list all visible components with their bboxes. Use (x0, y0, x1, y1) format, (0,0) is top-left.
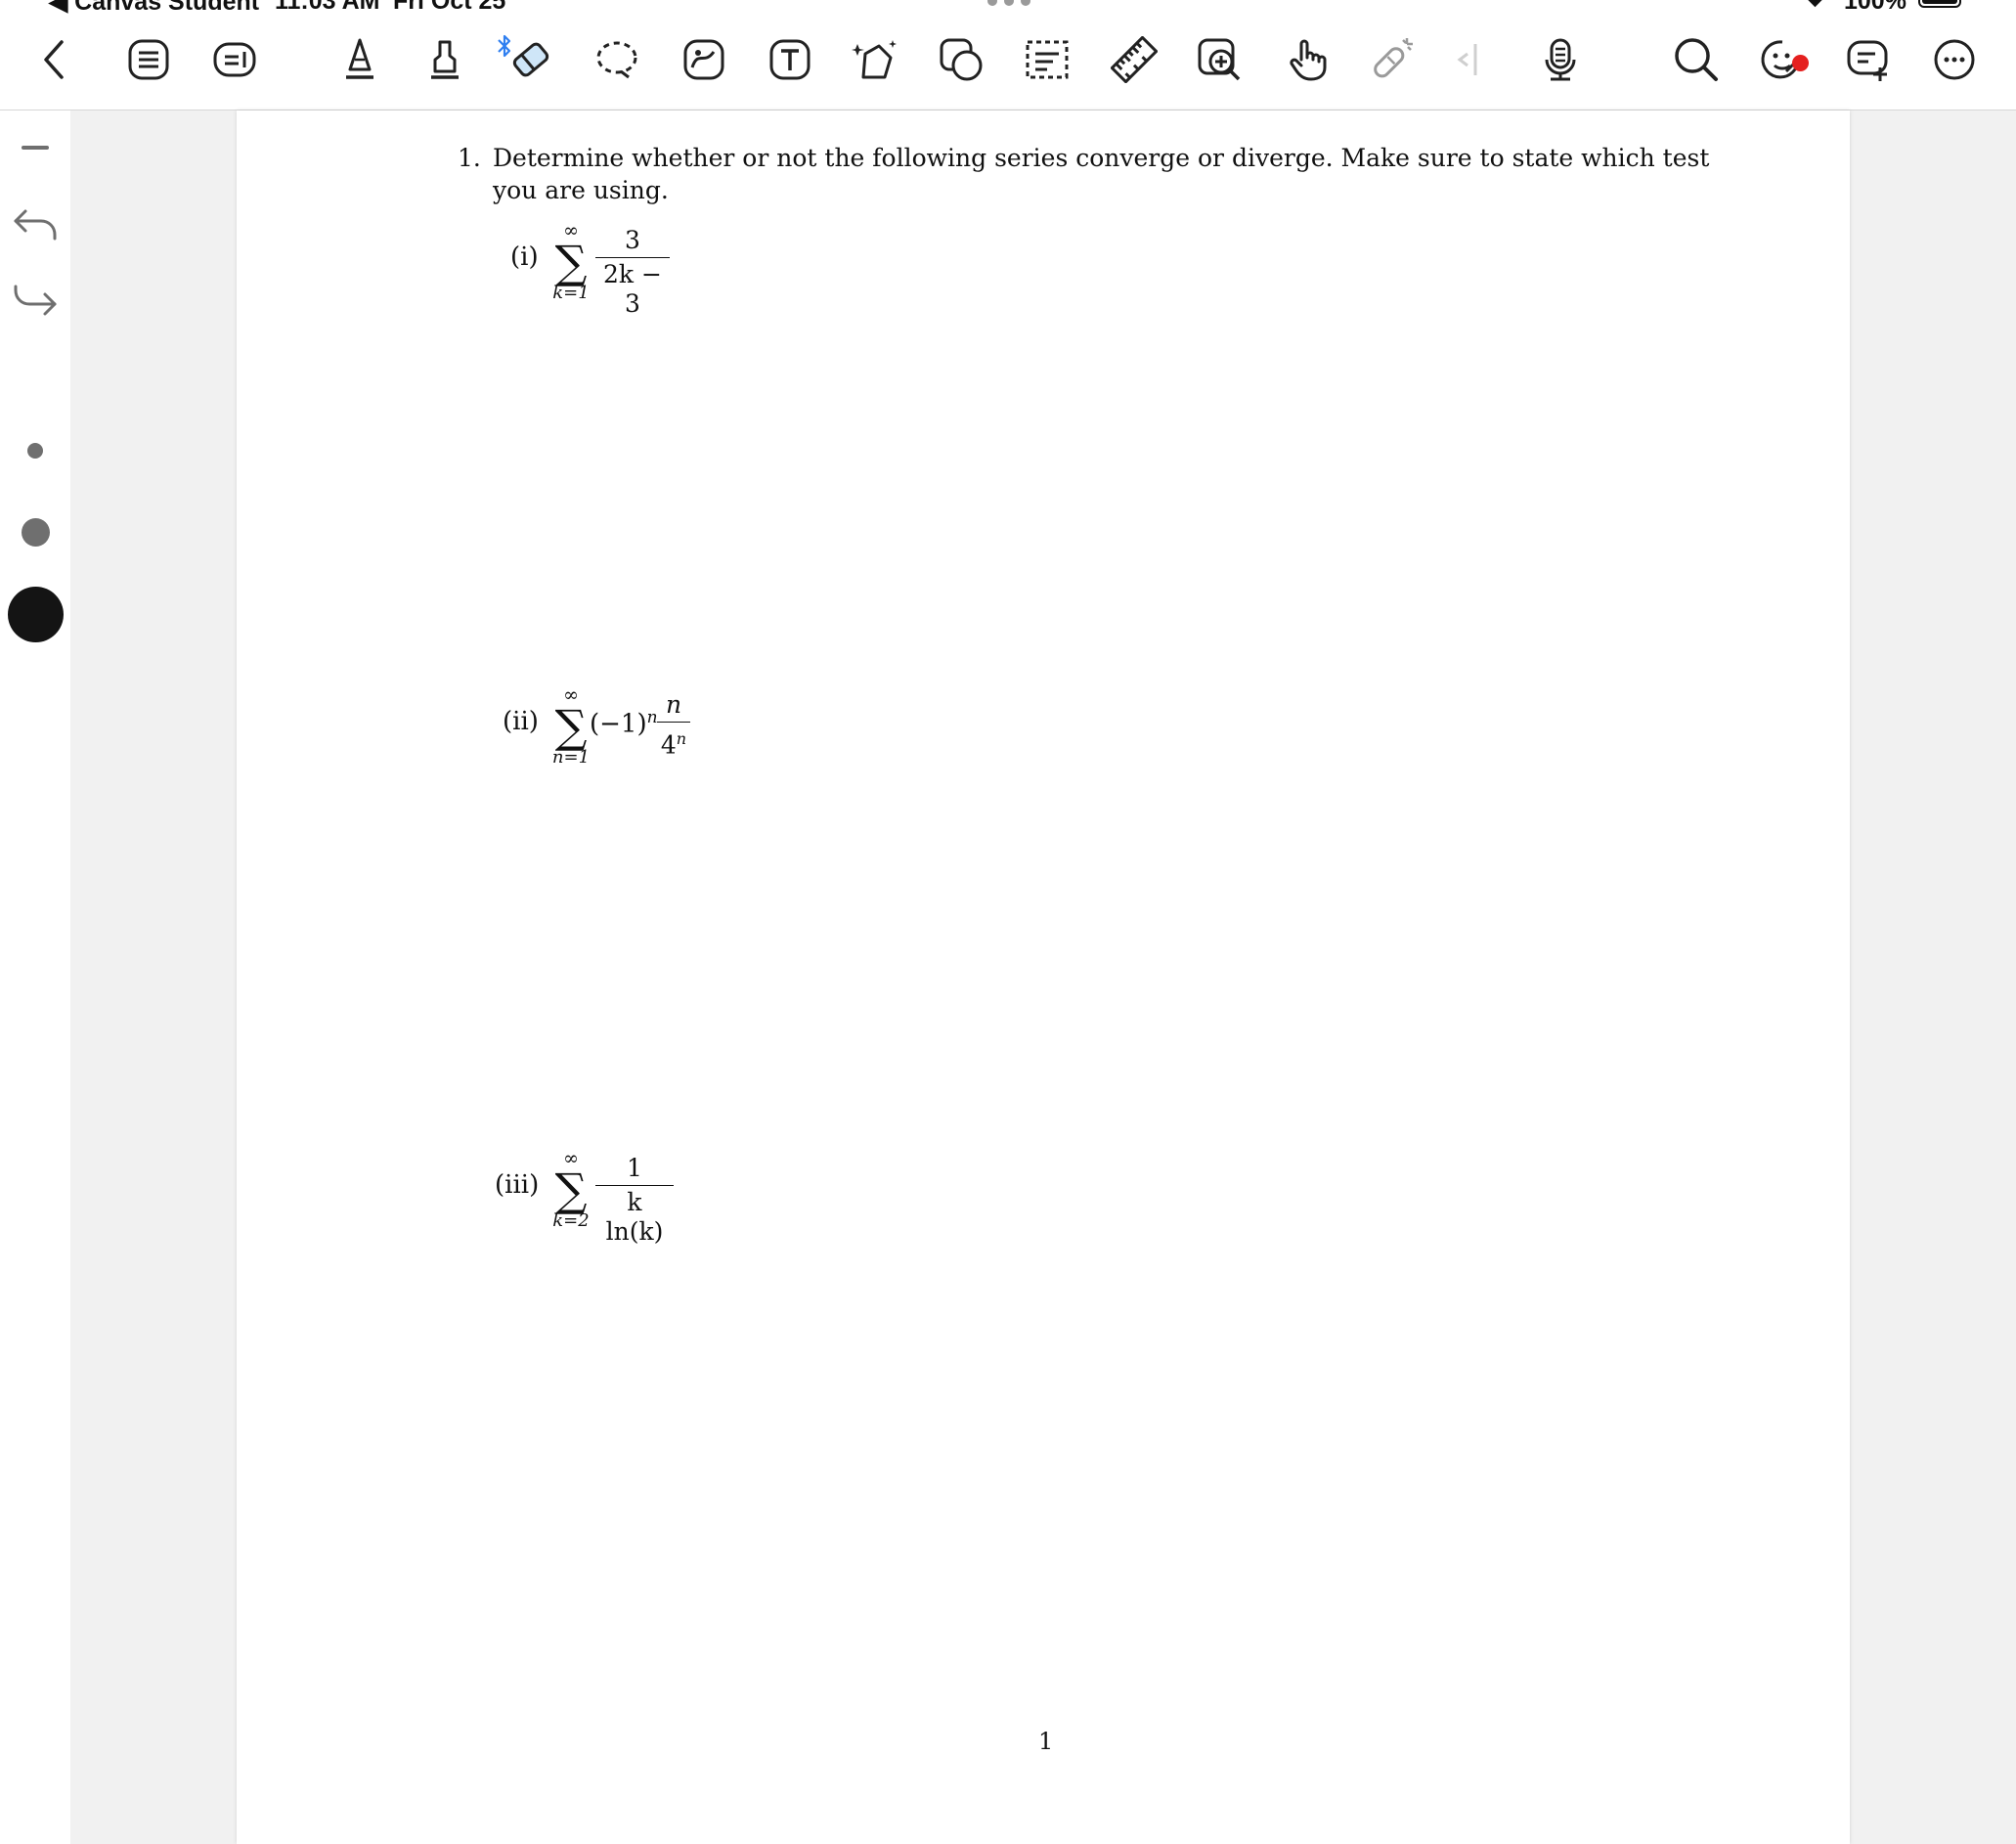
part-label-i: (i) (510, 242, 539, 272)
hand-pointer-icon[interactable] (1281, 33, 1334, 86)
page-number: 1 (1038, 1728, 1054, 1755)
list-icon[interactable] (122, 33, 175, 86)
notification-dot (1792, 55, 1809, 71)
microphone-icon[interactable] (1534, 33, 1587, 86)
ruler-icon[interactable] (1108, 33, 1161, 86)
battery-percent: 100% (1844, 0, 1906, 14)
part-label-iii: (iii) (495, 1170, 540, 1200)
fraction-iii: 1 k ln(k) (595, 1154, 674, 1247)
stroke-thin-icon[interactable] (10, 122, 61, 173)
pen-size-small[interactable] (27, 443, 43, 459)
eraser-icon[interactable] (504, 33, 557, 86)
toolbar (0, 14, 2016, 110)
comment-bubble-icon[interactable] (208, 33, 261, 86)
select-box-icon[interactable] (1021, 33, 1074, 86)
shapes-icon[interactable] (935, 33, 987, 86)
sigma-ii: ∞ ∑ n=1 (551, 684, 591, 768)
undo-icon[interactable] (10, 199, 61, 250)
add-note-icon[interactable] (1842, 33, 1895, 86)
more-icon[interactable] (1928, 33, 1981, 86)
zoom-add-icon[interactable] (1193, 33, 1246, 86)
sigma-iii: ∞ ∑ k=2 (552, 1148, 590, 1231)
part-label-ii: (ii) (503, 707, 539, 736)
lasso-icon[interactable] (591, 33, 643, 86)
document-page[interactable]: 1. Determine whether or not the followin… (237, 110, 1850, 1844)
laser-pointer-icon[interactable] (1367, 33, 1420, 86)
multitasking-dots[interactable] (987, 0, 1037, 11)
battery-icon (1918, 0, 1961, 8)
marker-icon[interactable] (418, 33, 471, 86)
pen-size-large[interactable] (8, 587, 64, 642)
alternating-factor: (−1)n (590, 708, 658, 739)
redo-icon[interactable] (10, 275, 61, 326)
status-date: Fri Oct 25 (393, 0, 506, 14)
sigma-i: ∞ ∑ k=1 (552, 220, 590, 303)
collapse-icon[interactable] (1443, 33, 1496, 86)
question-number: 1. (458, 144, 481, 172)
back-chevron-icon[interactable] (29, 33, 82, 86)
status-time: 11:03 AM (275, 0, 380, 14)
pen-icon[interactable] (333, 33, 386, 86)
status-bar: ◀ Canvas Student 11:03 AM Fri Oct 25 ◆ 1… (0, 0, 2016, 14)
status-app-name[interactable]: ◀ Canvas Student (49, 0, 259, 14)
shape-star-icon[interactable] (849, 33, 901, 86)
wifi-icon: ◆ (1807, 0, 1823, 10)
pen-size-medium[interactable] (22, 518, 50, 547)
search-icon[interactable] (1670, 33, 1723, 86)
question-text: Determine whether or not the following s… (493, 144, 1710, 204)
text-box-icon[interactable] (764, 33, 816, 86)
fraction-i: 3 2k − 3 (595, 226, 670, 319)
side-rail (0, 110, 70, 1844)
image-sticker-icon[interactable] (678, 33, 730, 86)
fraction-ii: n 4n (657, 690, 690, 760)
